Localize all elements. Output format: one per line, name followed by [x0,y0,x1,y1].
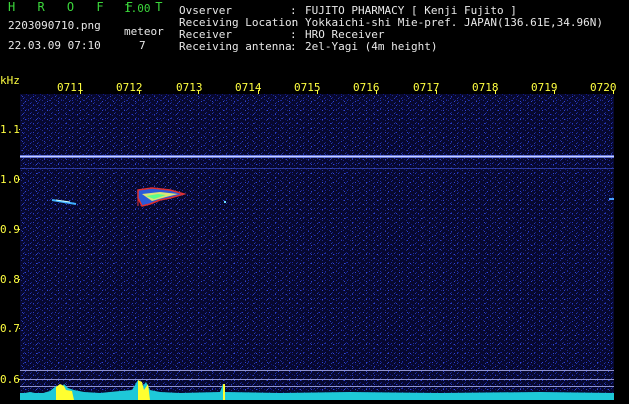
meteor-label: meteor [124,25,164,38]
file-datetime: 22.03.09 07:10 [8,39,101,52]
y-tick-label: 0.8 [0,273,20,286]
info-antenna-value: 2el-Yagi (4m height) [305,40,438,53]
y-tick-label: 1.0 [0,173,20,186]
info-antenna-label: Receiving antenna [179,40,292,53]
y-tick-label: 0.7 [0,322,20,335]
app-version: 1.00 [124,2,151,15]
file-name: 2203090710.png [8,19,101,32]
spectrogram-svg [20,94,614,400]
info-colon: : [290,40,297,53]
y-tick-label: 0.6 [0,373,20,386]
y-tick-label: 0.9 [0,223,20,236]
spectrogram-plot [20,94,614,400]
meteor-count: 7 [139,39,146,52]
y-tick-label: 1.1 [0,123,20,136]
y-unit-label: kHz [0,74,20,87]
